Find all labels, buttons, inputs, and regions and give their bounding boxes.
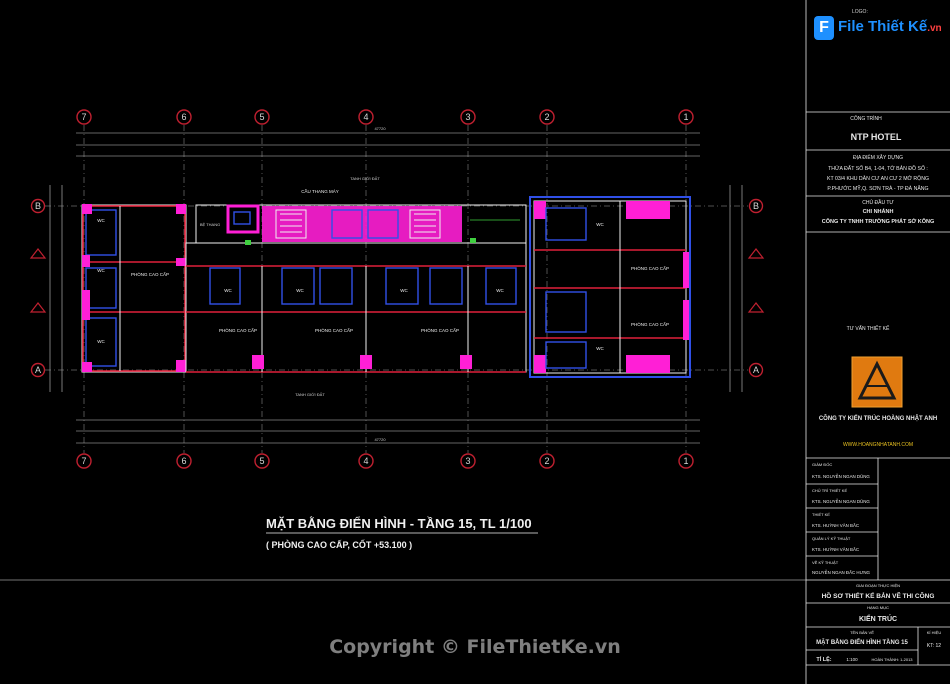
role-name-1: KTS. NGUYỄN NGAN DŨNG bbox=[812, 474, 870, 479]
role-label-3: THIẾT KẾ bbox=[812, 512, 830, 517]
investor-line-1: CHI NHÁNH bbox=[863, 208, 894, 215]
investor-line-2: CÔNG TY TNHH TRƯỜNG PHÁT SỞ KÔNG bbox=[822, 217, 935, 225]
total-dimension-top: 47720 bbox=[374, 126, 386, 131]
room-label-left-1: PHÒNG CAO CẤP bbox=[131, 271, 169, 277]
drawing-title: MẶT BẰNG ĐIỂN HÌNH - TẦNG 15, TL 1/100 bbox=[266, 516, 532, 531]
filethietke-logo: LOGO: F File Thiết Kế.vn bbox=[812, 9, 942, 44]
grid-label-2-top: 2 bbox=[544, 112, 549, 122]
wc-label-right-1: WC bbox=[596, 222, 604, 227]
sheet-no-label: KÍ HIỆU bbox=[927, 630, 942, 635]
total-dimension-bottom: 47720 bbox=[374, 437, 386, 442]
role-label-2: CHỦ TRÌ THIẾT KẾ bbox=[812, 488, 847, 493]
wc-label-left-2: WC bbox=[97, 339, 105, 344]
logo-tld: .vn bbox=[927, 23, 942, 34]
room-label-right-1: PHÒNG CAO CẤP bbox=[631, 265, 669, 271]
grid-label-6-top: 6 bbox=[181, 112, 186, 122]
boundary-label-top: TANH GIỚI ĐẤT bbox=[350, 176, 380, 181]
grid-label-4-top: 4 bbox=[363, 112, 368, 122]
grid-label-1-bottom: 1 bbox=[683, 456, 688, 466]
wc-label-center-4: WC bbox=[496, 288, 504, 293]
grid-label-b-left: B bbox=[35, 201, 41, 211]
logo-brand: File Thiết Kế bbox=[838, 18, 928, 35]
phase-label: GIAI ĐOẠN THỰC HIỆN bbox=[856, 583, 900, 588]
role-name-5: NGUYỄN NGAN ĐẮC HƯNG bbox=[812, 570, 870, 575]
room-label-center-1: PHÒNG CAO CẤP bbox=[219, 327, 257, 333]
room-label-right-2: PHÒNG CAO CẤP bbox=[631, 321, 669, 327]
location-line-2: KT 03/4 KHU DÂN CƯ AN CƯ 2 MỞ RỘNG bbox=[827, 175, 929, 182]
project-name: NTP HOTEL bbox=[851, 132, 902, 142]
room-label-center-3: PHÒNG CAO CẤP bbox=[421, 327, 459, 333]
grid-label-6-bottom: 6 bbox=[181, 456, 186, 466]
grid-label-1-top: 1 bbox=[683, 112, 688, 122]
grid-label-2-bottom: 2 bbox=[544, 456, 549, 466]
sheet-name-label: TÊN BẢN VẼ bbox=[850, 630, 874, 635]
grid-label-3-top: 3 bbox=[465, 112, 470, 122]
role-name-4: KTS. HUỲNH VĂN BẮC bbox=[812, 547, 859, 552]
wc-label-right-2: WC bbox=[596, 346, 604, 351]
company-website: WWW.HOANGNHATANH.COM bbox=[843, 442, 913, 448]
wc-label-center-1: WC bbox=[224, 288, 232, 293]
role-label-1: GIÁM ĐỐC bbox=[812, 462, 832, 467]
wc-label-left-1: WC bbox=[97, 218, 105, 223]
logo-top-label: LOGO: bbox=[852, 9, 868, 15]
grid-label-a-right: A bbox=[753, 365, 759, 375]
wc-label-center-2: WC bbox=[296, 288, 304, 293]
grid-label-4-bottom: 4 bbox=[363, 456, 368, 466]
grid-label-7-bottom: 7 bbox=[81, 456, 86, 466]
elevator-label: CẦU THANG MÁY bbox=[301, 188, 338, 194]
sheet-background bbox=[0, 0, 950, 684]
grid-label-5-top: 5 bbox=[259, 112, 264, 122]
stair-label: BỆ THANG bbox=[200, 222, 220, 227]
consultant-label: TƯ VẤN THIẾT KẾ bbox=[847, 325, 890, 332]
wc-label-center-3: WC bbox=[400, 288, 408, 293]
company-name: CÔNG TY KIẾN TRÚC HOÀNG NHẬT ANH bbox=[819, 414, 937, 422]
category-label: HẠNG MỤC bbox=[867, 605, 889, 610]
copyright-watermark: Copyright © FileThietKe.vn bbox=[329, 636, 621, 658]
role-label-5: VẼ KỸ THUẬT bbox=[812, 560, 839, 565]
room-label-center-2: PHÒNG CAO CẤP bbox=[315, 327, 353, 333]
cad-drawing: 7 6 5 4 3 2 1 7 6 5 4 3 2 1 B A B A 4772… bbox=[0, 0, 950, 684]
grid-label-3-bottom: 3 bbox=[465, 456, 470, 466]
logo-text: File Thiết Kế.vn bbox=[838, 18, 942, 35]
grid-label-7-top: 7 bbox=[81, 112, 86, 122]
drawing-subtitle: ( PHÒNG CAO CẤP, CỐT +53.100 ) bbox=[266, 539, 412, 550]
grid-label-b-right: B bbox=[753, 201, 759, 211]
grid-label-a-left: A bbox=[35, 365, 41, 375]
investor-label: CHỦ ĐẦU TƯ bbox=[862, 199, 894, 206]
logo-mark-icon: F bbox=[814, 16, 834, 40]
grid-label-5-bottom: 5 bbox=[259, 456, 264, 466]
boundary-label-bottom: TANH GIỚI ĐẤT bbox=[295, 392, 325, 397]
role-name-3: KTS. HUỲNH VĂN BẮC bbox=[812, 523, 859, 528]
wc-label-left-3: WC bbox=[97, 268, 105, 273]
role-name-2: KTS. NGUYỄN NGAN DŨNG bbox=[812, 499, 870, 504]
location-label: ĐỊA ĐIỂM XÂY DỰNG bbox=[853, 154, 903, 161]
project-label: CÔNG TRÌNH bbox=[850, 115, 882, 122]
location-line-3: P.PHƯỚC MỸ,Q. SƠN TRÀ - TP ĐÀ NẴNG bbox=[827, 185, 928, 192]
role-label-4: QUẢN LÝ KỸ THUẬT bbox=[812, 536, 851, 541]
location-line-1: THỬA ĐẤT SỐ B4, 1-04, TỜ BẢN ĐỒ SỐ : bbox=[828, 165, 928, 172]
